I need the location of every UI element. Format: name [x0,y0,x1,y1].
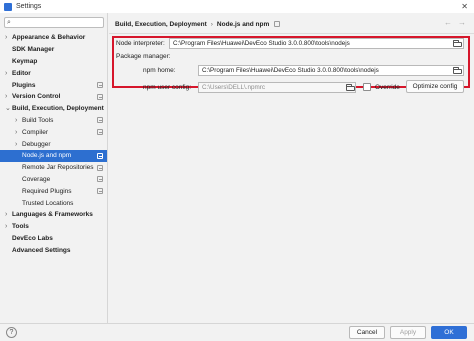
ok-button[interactable]: OK [431,326,467,339]
navigation-arrows: ← → [444,18,466,28]
settings-search-box[interactable]: ⌕ [4,17,104,28]
sidebar-item-label: SDK Manager [12,46,55,54]
window-title: Settings [16,3,42,10]
breadcrumb: Build, Execution, Deployment › Node.js a… [115,19,281,29]
browse-folder-icon[interactable] [453,67,462,74]
sidebar-item[interactable]: › Languages & Frameworks [0,209,107,221]
sidebar-item-label: Required Plugins [22,187,72,195]
sidebar-item[interactable]: Required Plugins [0,185,107,197]
cancel-label: Cancel [356,329,378,336]
chevron-icon[interactable]: › [15,129,17,136]
settings-tree: › Appearance & Behavior SDK Manager Keymap ›… [0,32,107,256]
sidebar-item-label: Build Tools [22,116,54,124]
chevron-icon[interactable]: › [5,223,7,230]
sidebar-item[interactable]: Node.js and npm [0,149,107,162]
settings-search-input[interactable] [12,19,99,26]
node-interpreter-field[interactable]: C:\Program Files\Huawei\DevEco Studio 3.… [169,38,464,49]
npm-home-value: C:\Program Files\Huawei\DevEco Studio 3.… [202,67,379,74]
project-scope-icon [97,82,103,89]
header-divider [109,33,474,34]
back-arrow-icon[interactable]: ← [444,18,452,28]
node-interpreter-value: C:\Program Files\Huawei\DevEco Studio 3.… [173,40,350,47]
apply-button[interactable]: Apply [390,326,426,339]
sidebar-item-label: Appearance & Behavior [12,34,86,42]
sidebar-item-label: Compiler [22,128,49,136]
sidebar-item[interactable]: › Tools [0,221,107,233]
search-icon: ⌕ [7,19,11,26]
project-scope-icon [97,93,103,100]
sidebar-item[interactable]: › Editor [0,67,107,79]
sidebar-item-label: Build, Execution, Deployment [12,105,104,113]
sidebar-item-label: Debugger [22,140,51,148]
sidebar-item[interactable]: ⌄ Build, Execution, Deployment [0,103,107,115]
sidebar-item[interactable]: Advanced Settings [0,244,107,256]
sidebar-item-label: Remote Jar Repositories [22,164,94,172]
sidebar-item-label: Node.js and npm [22,152,72,160]
sidebar-item[interactable]: › Build Tools [0,115,107,127]
npm-user-config-value: C:\Users\DELL\.npmrc [202,84,265,91]
override-checkbox[interactable] [363,83,371,91]
package-manager-label: Package manager: [116,53,171,60]
optimize-config-button[interactable]: Optimize config [406,80,464,93]
dialog-footer: ? Cancel Apply OK [0,323,474,341]
browse-folder-icon[interactable] [453,40,462,47]
project-scope-icon [274,21,281,27]
sidebar-item-label: Version Control [12,93,61,101]
sidebar-item-label: DevEco Labs [12,234,53,242]
sidebar-item-label: Editor [12,69,31,77]
chevron-icon[interactable]: › [5,93,7,100]
close-icon[interactable]: ✕ [461,2,468,11]
chevron-icon[interactable]: › [5,70,7,77]
breadcrumb-separator: › [210,20,213,28]
npm-home-label: npm home: [143,67,176,74]
chevron-icon[interactable]: › [5,211,7,218]
app-icon [4,2,12,11]
project-scope-icon [97,176,103,183]
node-interpreter-label: Node interpreter: [116,40,165,47]
sidebar-item-label: Plugins [12,81,36,89]
sidebar-item[interactable]: Coverage [0,174,107,186]
sidebar-item[interactable]: › Version Control [0,91,107,103]
browse-folder-icon[interactable] [346,84,355,91]
ok-label: OK [444,329,454,336]
sidebar-item[interactable]: › Appearance & Behavior [0,32,107,44]
project-scope-icon [97,117,103,124]
project-scope-icon [97,152,103,159]
project-scope-icon [97,164,103,171]
sidebar-item-label: Coverage [22,175,51,183]
title-bar: Settings ✕ [0,0,474,13]
override-label: Override [375,84,400,91]
npm-home-field[interactable]: C:\Program Files\Huawei\DevEco Studio 3.… [198,65,464,76]
project-scope-icon [97,188,103,195]
chevron-icon[interactable]: ⌄ [5,105,11,112]
breadcrumb-parent[interactable]: Build, Execution, Deployment [115,21,207,28]
breadcrumb-current: Node.js and npm [216,20,270,28]
chevron-icon[interactable]: › [15,141,17,148]
sidebar-item-label: Tools [12,223,29,231]
project-scope-icon [97,129,103,136]
sidebar-item-label: Languages & Frameworks [12,211,93,219]
forward-arrow-icon[interactable]: → [458,18,466,28]
settings-sidebar: ⌕ › Appearance & Behavior SDK Manager Keyma… [0,13,108,323]
chevron-icon[interactable]: › [5,34,7,41]
sidebar-item[interactable]: SDK Manager [0,44,107,56]
sidebar-item[interactable]: › Compiler [0,126,107,138]
sidebar-item-label: Keymap [12,57,38,65]
sidebar-item[interactable]: Plugins [0,79,107,91]
sidebar-item[interactable]: Remote Jar Repositories [0,162,107,174]
optimize-config-label: Optimize config [412,83,458,90]
sidebar-item[interactable]: › Debugger [0,138,107,150]
sidebar-item[interactable]: DevEco Labs [0,233,107,245]
chevron-icon[interactable]: › [15,117,17,124]
npm-user-config-field[interactable]: C:\Users\DELL\.npmrc [198,82,356,93]
sidebar-item-label: Advanced Settings [12,246,71,254]
apply-label: Apply [399,329,417,336]
cancel-button[interactable]: Cancel [349,326,385,339]
sidebar-item-label: Trusted Locations [22,199,74,207]
sidebar-item[interactable]: Keymap [0,56,107,68]
help-icon[interactable]: ? [6,327,17,338]
sidebar-item[interactable]: Trusted Locations [0,197,107,209]
settings-panel: Build, Execution, Deployment › Node.js a… [109,13,474,323]
npm-user-config-label: npm user config: [143,84,192,91]
